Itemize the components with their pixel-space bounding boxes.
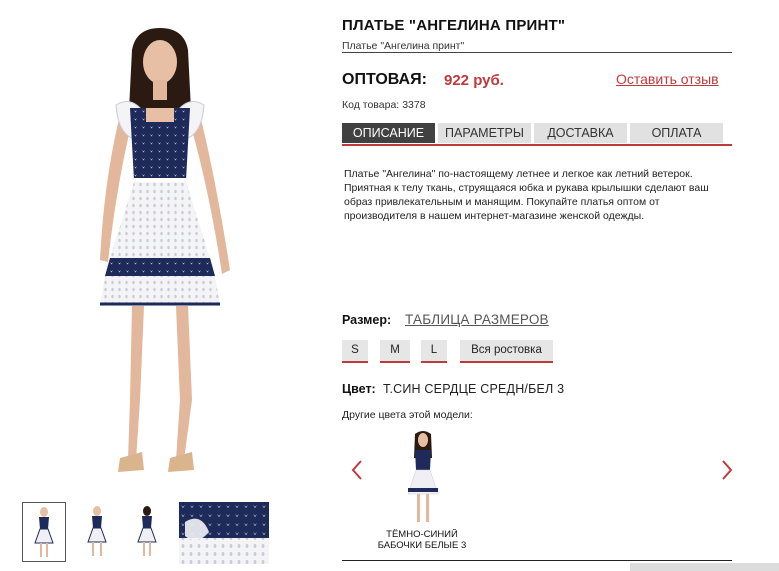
tabs-underline [342, 144, 732, 146]
product-title: ПЛАТЬЕ "АНГЕЛИНА ПРИНТ" [342, 17, 566, 34]
chevron-right-icon[interactable] [719, 458, 735, 482]
tab-delivery[interactable]: ДОСТАВКА [534, 123, 627, 143]
thumbnail-side[interactable] [76, 502, 120, 562]
other-colors-label: Другие цвета этой модели: [342, 409, 473, 421]
color-label: Цвет: [342, 382, 376, 396]
price-value: 922 руб. [444, 72, 504, 89]
tab-description[interactable]: ОПИСАНИЕ [342, 123, 435, 143]
chevron-left-icon[interactable] [349, 458, 365, 482]
sku-value: 3378 [402, 99, 426, 111]
size-table-link[interactable]: ТАБЛИЦА РАЗМЕРОВ [405, 312, 549, 327]
sku: Код товара: 3378 [342, 99, 426, 111]
product-subtitle: Платье "Ангелина принт" [342, 40, 465, 52]
thumbnail-strip [22, 502, 282, 564]
tab-parameters[interactable]: ПАРАМЕТРЫ [438, 123, 531, 143]
size-option-all[interactable]: Вся ростовка [460, 340, 553, 363]
title-divider [342, 52, 732, 53]
color-variant-image[interactable] [405, 430, 441, 526]
product-description: Платье "Ангелина" по-настоящему летнее и… [344, 168, 709, 222]
size-label: Размер: [342, 313, 392, 327]
footer-tab-strip [630, 563, 779, 571]
tab-payment[interactable]: ОПЛАТА [630, 123, 723, 143]
color-variant-caption: ТЁМНО-СИНИЙ БАБОЧКИ БЕЛЫЕ 3 [377, 529, 467, 551]
product-tabs: ОПИСАНИЕ ПАРАМЕТРЫ ДОСТАВКА ОПЛАТА [342, 123, 732, 147]
color-value: Т.СИН СЕРДЦЕ СРЕДН/БЕЛ 3 [383, 382, 565, 396]
sku-label: Код товара: [342, 99, 400, 111]
size-option-s[interactable]: S [342, 340, 368, 363]
thumbnail-front[interactable] [22, 502, 66, 562]
leave-review-link[interactable]: Оставить отзыв [616, 71, 719, 87]
thumbnail-back[interactable] [126, 502, 170, 562]
price-label: ОПТОВАЯ: [342, 71, 427, 88]
size-option-l[interactable]: L [421, 340, 447, 363]
bottom-divider [342, 560, 732, 561]
product-main-image[interactable] [60, 20, 260, 480]
size-option-m[interactable]: M [380, 340, 410, 363]
thumbnail-fabric-closeup[interactable] [179, 502, 269, 564]
